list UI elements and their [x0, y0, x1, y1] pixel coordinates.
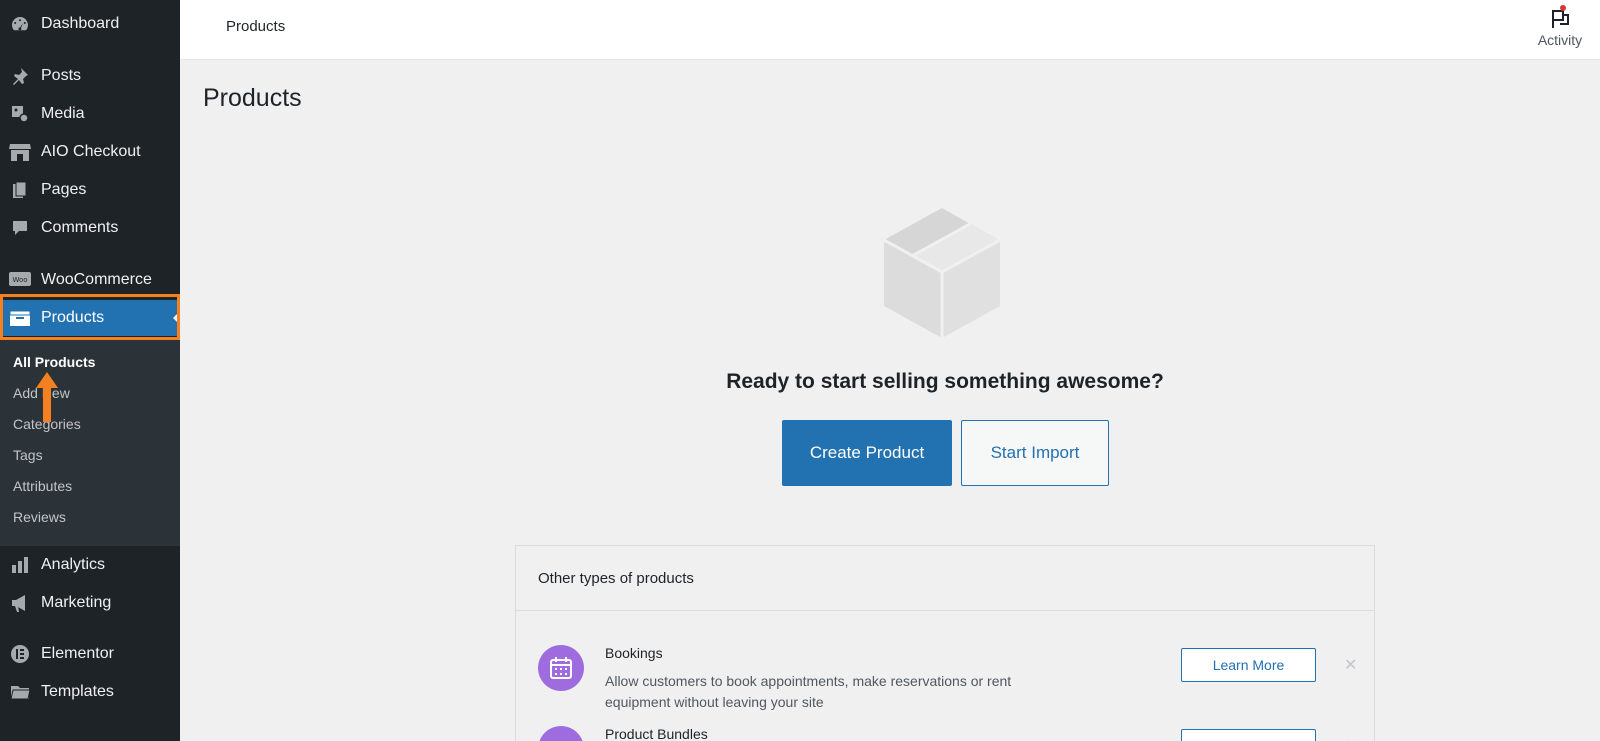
submenu-all-products[interactable]: All Products [13, 354, 95, 370]
chart-icon [8, 553, 32, 577]
sidebar-item-products[interactable]: Products [0, 300, 180, 336]
learn-more-button[interactable]: Learn More [1181, 648, 1316, 682]
sidebar-item-aio-checkout[interactable]: AIO Checkout [0, 134, 180, 170]
sidebar-item-media[interactable]: Media [0, 96, 180, 132]
sidebar-item-label: Marketing [41, 594, 112, 611]
sidebar-item-label: Elementor [41, 645, 114, 662]
activity-button[interactable]: Activity [1530, 4, 1590, 48]
sidebar-item-label: Templates [41, 683, 114, 700]
sidebar-item-elementor[interactable]: Elementor [0, 636, 180, 672]
comment-icon [8, 216, 32, 240]
sidebar-item-templates[interactable]: Templates [0, 674, 180, 710]
create-product-button[interactable]: Create Product [782, 420, 952, 486]
sidebar-item-label: AIO Checkout [41, 143, 141, 160]
admin-sidebar: Dashboard Posts Media AIO Checkout Pages… [0, 0, 180, 741]
close-icon[interactable]: ✕ [1344, 736, 1357, 741]
folder-icon [8, 680, 32, 704]
start-import-button[interactable]: Start Import [961, 420, 1109, 486]
dashboard-icon [8, 12, 32, 36]
elementor-icon [8, 642, 32, 666]
submenu-attributes[interactable]: Attributes [13, 478, 72, 494]
store-icon [8, 140, 32, 164]
sidebar-item-label: Media [41, 105, 85, 122]
pin-icon [8, 64, 32, 88]
sidebar-item-label: Products [41, 309, 105, 326]
sidebar-item-label: WooCommerce [41, 271, 152, 288]
sidebar-item-label: Comments [41, 219, 119, 236]
products-submenu: All Products Add New Categories Tags Att… [0, 340, 180, 546]
sidebar-item-marketing[interactable]: Marketing [0, 585, 180, 621]
product-type-name: Bookings [605, 645, 663, 661]
svg-text:Woo: Woo [12, 276, 27, 284]
sidebar-item-label: Pages [41, 181, 87, 198]
bundle-icon [538, 726, 584, 741]
activity-label: Activity [1537, 32, 1583, 48]
empty-state-heading: Ready to start selling something awesome… [726, 370, 1164, 393]
woo-icon: Woo [8, 268, 32, 292]
submenu-reviews[interactable]: Reviews [13, 509, 66, 525]
other-product-types-card: Other types of products Bookings Allow c… [515, 545, 1375, 741]
megaphone-icon [8, 591, 32, 615]
breadcrumb: Products [226, 18, 286, 35]
active-indicator [173, 311, 180, 325]
sidebar-item-label: Dashboard [41, 15, 120, 32]
submenu-tags[interactable]: Tags [13, 447, 43, 463]
card-title: Other types of products [516, 546, 1374, 611]
top-bar: Products Activity [180, 0, 1600, 60]
sidebar-item-label: Posts [41, 67, 82, 84]
product-type-name: Product Bundles [605, 726, 708, 741]
empty-box-illustration [883, 208, 1001, 338]
sidebar-item-pages[interactable]: Pages [0, 172, 180, 208]
close-icon[interactable]: ✕ [1344, 655, 1357, 675]
product-type-description: Allow customers to book appointments, ma… [605, 673, 1012, 710]
pages-icon [8, 178, 32, 202]
page-title: Products [203, 84, 302, 112]
sidebar-item-comments[interactable]: Comments [0, 210, 180, 246]
learn-more-button[interactable] [1181, 729, 1316, 741]
up-arrow-icon [36, 372, 58, 422]
calendar-icon [538, 645, 584, 691]
sidebar-item-dashboard[interactable]: Dashboard [0, 6, 180, 42]
sidebar-item-label: Analytics [41, 556, 106, 573]
sidebar-item-posts[interactable]: Posts [0, 58, 180, 94]
archive-icon [8, 306, 32, 330]
flag-icon [1552, 5, 1569, 28]
sidebar-item-woocommerce[interactable]: Woo WooCommerce [0, 262, 180, 298]
sidebar-item-analytics[interactable]: Analytics [0, 547, 180, 583]
media-icon [8, 102, 32, 126]
